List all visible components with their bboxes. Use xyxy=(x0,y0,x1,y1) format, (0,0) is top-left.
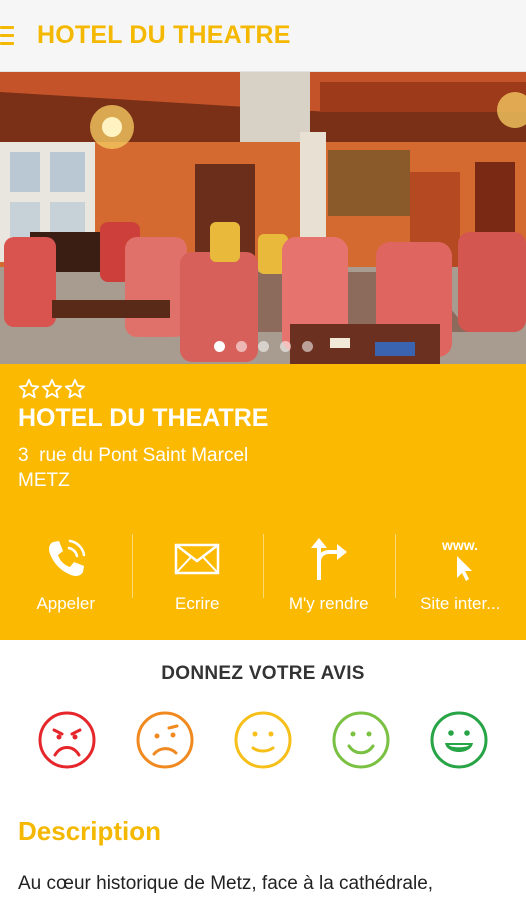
website-button-label: Site inter... xyxy=(420,594,501,613)
directions-button[interactable]: M'y rendre xyxy=(263,532,395,622)
star-rating xyxy=(18,378,86,400)
email-button-label: Ecrire xyxy=(175,594,220,613)
carousel-dot[interactable] xyxy=(214,341,225,352)
carousel-dot[interactable] xyxy=(236,341,247,352)
directions-icon xyxy=(310,538,347,580)
hotel-lobby-illustration xyxy=(0,72,526,364)
svg-text:www.: www. xyxy=(441,537,478,553)
description-text: Au cœur historique de Metz, face à la ca… xyxy=(18,873,434,894)
hotel-lobby-photo[interactable] xyxy=(0,72,526,364)
app-bar: HOTEL DU THEATRE xyxy=(0,0,526,72)
hotel-address-street: 3 rue du Pont Saint Marcel xyxy=(18,445,249,466)
happy-face-icon[interactable] xyxy=(331,710,391,770)
carousel-indicator xyxy=(0,341,526,352)
directions-button-label: M'y rendre xyxy=(288,594,369,613)
unhappy-face-icon[interactable] xyxy=(135,710,195,770)
call-button-label: Appeler xyxy=(36,594,96,613)
carousel-dot[interactable] xyxy=(302,341,313,352)
hotel-info-panel: HOTEL DU THEATRE 3 rue du Pont Saint Mar… xyxy=(0,364,526,640)
star-icon xyxy=(18,378,40,399)
carousel-dot[interactable] xyxy=(258,341,269,352)
action-bar: Appeler Ecrire M'y rendre www. Site inte… xyxy=(0,532,526,622)
description-title: Description xyxy=(18,816,162,846)
envelope-icon xyxy=(175,543,220,575)
rating-faces xyxy=(37,710,497,770)
hamburger-menu-icon[interactable] xyxy=(0,26,16,46)
app-bar-title: HOTEL DU THEATRE xyxy=(37,21,291,49)
rating-title: DONNEZ VOTRE AVIS xyxy=(161,663,365,684)
carousel-dot[interactable] xyxy=(280,341,291,352)
website-icon: www. xyxy=(441,537,478,581)
neutral-face-icon[interactable] xyxy=(233,710,293,770)
very-unhappy-face-icon[interactable] xyxy=(37,710,97,770)
website-button[interactable]: www. Site inter... xyxy=(394,532,526,622)
hotel-address-city: METZ xyxy=(18,470,70,491)
call-button[interactable]: Appeler xyxy=(0,532,132,622)
email-button[interactable]: Ecrire xyxy=(131,532,264,622)
star-icon xyxy=(41,378,63,399)
phone-icon xyxy=(48,539,85,576)
very-happy-face-icon[interactable] xyxy=(429,710,489,770)
hotel-name: HOTEL DU THEATRE xyxy=(18,404,269,432)
star-icon xyxy=(64,378,86,399)
